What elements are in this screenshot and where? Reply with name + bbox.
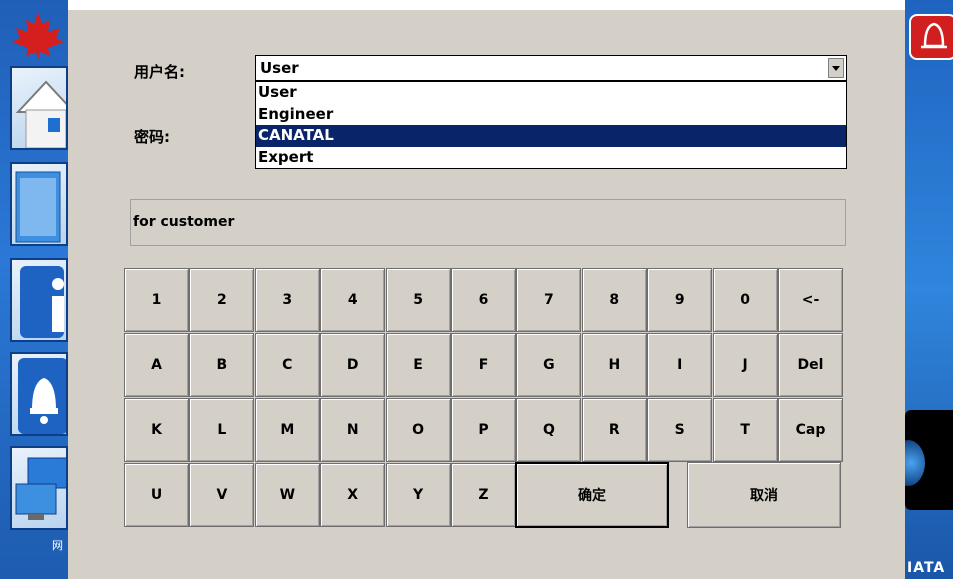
hint-box: for customer (130, 199, 846, 246)
cancel-button[interactable]: 取消 (687, 462, 841, 528)
key-4[interactable]: 4 (320, 268, 386, 332)
key-f[interactable]: F (451, 333, 516, 397)
network-label: 网 (52, 539, 63, 552)
network-icon (15, 457, 66, 520)
dropdown-arrow-icon[interactable] (828, 58, 844, 78)
key-b[interactable]: B (189, 333, 255, 397)
key-0[interactable]: 0 (712, 268, 778, 332)
key-g[interactable]: G (516, 333, 582, 397)
alarm-button[interactable] (10, 352, 68, 436)
window-icon (15, 171, 61, 243)
key-e[interactable]: E (385, 333, 451, 397)
key-i[interactable]: I (647, 333, 713, 397)
key-v[interactable]: V (189, 463, 255, 527)
key-a[interactable]: A (124, 333, 189, 397)
key-n[interactable]: N (320, 398, 386, 462)
key-8[interactable]: 8 (581, 268, 647, 332)
key-backspace[interactable]: <- (778, 268, 843, 332)
hint-text: for customer (133, 214, 235, 230)
key-u[interactable]: U (124, 463, 189, 527)
key-l[interactable]: L (189, 398, 255, 462)
key-2[interactable]: 2 (189, 268, 255, 332)
left-sidebar: 网 (0, 0, 68, 579)
key-5[interactable]: 5 (385, 268, 451, 332)
info-icon (20, 266, 64, 338)
key-j[interactable]: J (712, 333, 778, 397)
info-button[interactable] (10, 258, 68, 342)
key-d[interactable]: D (320, 333, 386, 397)
confirm-button[interactable]: 确定 (515, 462, 669, 528)
key-s[interactable]: S (647, 398, 713, 462)
username-value: User (260, 59, 299, 77)
brand-text: IATA (907, 560, 946, 576)
password-label: 密码: (134, 128, 170, 146)
home-button[interactable] (10, 66, 68, 150)
key-c[interactable]: C (254, 333, 320, 397)
key-w[interactable]: W (254, 463, 320, 527)
key-r[interactable]: R (581, 398, 647, 462)
option-user[interactable]: User (256, 82, 846, 104)
home-icon (15, 80, 66, 148)
key-p[interactable]: P (451, 398, 516, 462)
key-6[interactable]: 6 (451, 268, 516, 332)
username-label: 用户名: (134, 63, 185, 81)
key-7[interactable]: 7 (516, 268, 582, 332)
username-select[interactable]: User (255, 55, 847, 81)
key-cap[interactable]: Cap (778, 398, 843, 462)
bell-icon (18, 358, 66, 434)
key-x[interactable]: X (320, 463, 386, 527)
key-1[interactable]: 1 (124, 268, 189, 332)
option-expert[interactable]: Expert (256, 147, 846, 169)
login-panel: 用户名: 密码: User User Engineer CANATAL Expe… (68, 10, 905, 579)
maple-leaf-icon (12, 12, 64, 60)
key-m[interactable]: M (254, 398, 320, 462)
key-t[interactable]: T (712, 398, 778, 462)
key-9[interactable]: 9 (647, 268, 713, 332)
key-k[interactable]: K (124, 398, 189, 462)
network-button[interactable] (10, 446, 68, 530)
alarm-bell-icon (921, 22, 947, 49)
alarm-indicator-button[interactable] (909, 14, 953, 60)
key-3[interactable]: 3 (254, 268, 320, 332)
key-o[interactable]: O (385, 398, 451, 462)
key-z[interactable]: Z (451, 463, 516, 527)
key-h[interactable]: H (581, 333, 647, 397)
option-canatal[interactable]: CANATAL (256, 125, 846, 147)
option-engineer[interactable]: Engineer (256, 104, 846, 126)
window-button[interactable] (10, 162, 68, 246)
username-dropdown-list: User Engineer CANATAL Expert (255, 81, 847, 169)
key-q[interactable]: Q (516, 398, 582, 462)
right-sidebar: IATA (905, 0, 953, 579)
key-del[interactable]: Del (778, 333, 843, 397)
key-y[interactable]: Y (385, 463, 451, 527)
